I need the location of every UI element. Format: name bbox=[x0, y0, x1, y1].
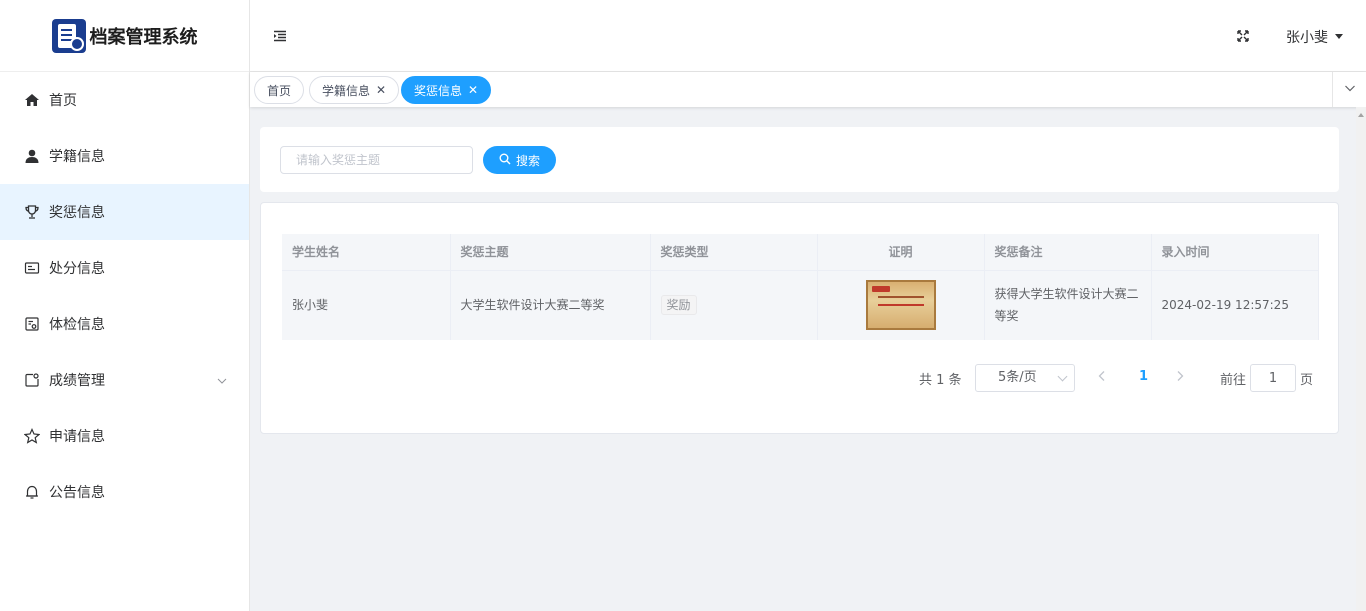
page-size-select[interactable]: 5条/页 bbox=[975, 364, 1075, 392]
sidebar-item-label: 成绩管理 bbox=[49, 373, 105, 389]
pagination-total: 共 1 条 bbox=[919, 373, 962, 388]
tab-rewards[interactable]: 奖惩信息 ✕ bbox=[401, 76, 492, 104]
column-header: 录入时间 bbox=[1151, 234, 1319, 271]
sidebar: 档案管理系统 首页 学籍信息 奖惩信息 处分信息 体检信息 成绩管理 申请信息 … bbox=[0, 0, 250, 611]
table-row[interactable]: 张小斐 大学生软件设计大赛二等奖 奖励 获得大学生软件设计大赛二等奖 2024-… bbox=[282, 270, 1319, 340]
tab-label: 首页 bbox=[267, 83, 292, 98]
fullscreen-icon[interactable] bbox=[1235, 28, 1251, 44]
trophy-icon bbox=[24, 204, 40, 220]
pagination: 共 1 条 5条/页 1 前往 页 bbox=[261, 364, 1340, 392]
checklist-icon bbox=[24, 316, 40, 332]
column-header: 奖惩主题 bbox=[450, 234, 651, 271]
top-header: 张小斐 bbox=[250, 0, 1366, 72]
cell-student-name: 张小斐 bbox=[282, 270, 451, 340]
table-header-row: 学生姓名 奖惩主题 奖惩类型 证明 奖惩备注 录入时间 bbox=[282, 234, 1319, 271]
bell-icon bbox=[24, 484, 40, 500]
page-suffix-label: 页 bbox=[1300, 373, 1314, 388]
page-number[interactable]: 1 bbox=[1139, 369, 1148, 384]
sidebar-item-label: 首页 bbox=[49, 93, 77, 109]
close-icon[interactable]: ✕ bbox=[376, 84, 386, 96]
sidebar-menu: 首页 学籍信息 奖惩信息 处分信息 体检信息 成绩管理 申请信息 公告信息 bbox=[0, 72, 249, 520]
column-header: 奖惩备注 bbox=[984, 234, 1152, 271]
rewards-table: 学生姓名 奖惩主题 奖惩类型 证明 奖惩备注 录入时间 张小斐 大学生软件设计大… bbox=[282, 234, 1319, 340]
sidebar-item-penalty[interactable]: 处分信息 bbox=[0, 240, 249, 296]
score-icon bbox=[24, 372, 40, 388]
app-logo: 档案管理系统 bbox=[0, 0, 249, 72]
tab-enrollment[interactable]: 学籍信息 ✕ bbox=[309, 76, 400, 104]
tab-label: 学籍信息 bbox=[322, 83, 371, 98]
cell-type: 奖励 bbox=[650, 270, 818, 340]
caret-down-icon bbox=[1334, 29, 1344, 45]
cell-remark: 获得大学生软件设计大赛二等奖 bbox=[984, 270, 1152, 340]
chevron-down-icon bbox=[1344, 82, 1356, 98]
user-icon bbox=[24, 148, 40, 164]
sidebar-item-label: 学籍信息 bbox=[49, 149, 105, 165]
goto-page-input[interactable] bbox=[1250, 364, 1296, 392]
sidebar-item-label: 处分信息 bbox=[49, 261, 105, 277]
sidebar-item-label: 公告信息 bbox=[49, 485, 105, 501]
search-icon bbox=[499, 153, 511, 168]
chevron-down-icon bbox=[217, 374, 227, 390]
cell-proof bbox=[817, 270, 985, 340]
sidebar-item-rewards[interactable]: 奖惩信息 bbox=[0, 184, 249, 240]
vertical-scrollbar[interactable] bbox=[1356, 107, 1366, 611]
search-panel: 搜索 bbox=[260, 127, 1339, 192]
sidebar-item-label: 奖惩信息 bbox=[49, 205, 105, 221]
sidebar-item-applications[interactable]: 申请信息 bbox=[0, 408, 249, 464]
search-button-label: 搜索 bbox=[515, 153, 540, 168]
tags-view: 首页 学籍信息 ✕ 奖惩信息 ✕ bbox=[250, 72, 1366, 107]
type-tag: 奖励 bbox=[660, 295, 697, 316]
table-card: 学生姓名 奖惩主题 奖惩类型 证明 奖惩备注 录入时间 张小斐 大学生软件设计大… bbox=[260, 202, 1339, 434]
column-header: 奖惩类型 bbox=[650, 234, 818, 271]
home-icon bbox=[24, 92, 40, 108]
sidebar-item-label: 体检信息 bbox=[49, 317, 105, 333]
tabs-more-button[interactable] bbox=[1332, 72, 1366, 107]
tab-home[interactable]: 首页 bbox=[254, 76, 305, 104]
star-icon bbox=[24, 428, 40, 444]
id-card-icon bbox=[24, 260, 40, 276]
goto-label: 前往 bbox=[1220, 373, 1247, 388]
archive-logo-icon bbox=[51, 18, 86, 53]
prev-page-button[interactable] bbox=[1097, 370, 1107, 386]
search-input[interactable] bbox=[280, 146, 473, 174]
chevron-down-icon bbox=[1057, 371, 1068, 382]
close-icon[interactable]: ✕ bbox=[468, 84, 478, 96]
cell-topic: 大学生软件设计大赛二等奖 bbox=[450, 270, 651, 340]
cell-created-at: 2024-02-19 12:57:25 bbox=[1151, 270, 1319, 340]
sidebar-item-label: 申请信息 bbox=[49, 429, 105, 445]
column-header: 学生姓名 bbox=[282, 234, 451, 271]
sidebar-item-home[interactable]: 首页 bbox=[0, 72, 249, 128]
app-title: 档案管理系统 bbox=[89, 26, 198, 48]
sidebar-item-scores[interactable]: 成绩管理 bbox=[0, 352, 249, 408]
username: 张小斐 bbox=[1286, 30, 1328, 46]
tab-label: 奖惩信息 bbox=[414, 83, 463, 98]
next-page-button[interactable] bbox=[1175, 370, 1185, 386]
sidebar-item-enrollment[interactable]: 学籍信息 bbox=[0, 128, 249, 184]
column-header: 证明 bbox=[817, 234, 985, 271]
user-dropdown[interactable]: 张小斐 bbox=[1286, 27, 1344, 47]
menu-fold-icon[interactable] bbox=[272, 28, 288, 44]
search-button[interactable]: 搜索 bbox=[483, 146, 556, 174]
page-size-value: 5条/页 bbox=[998, 370, 1037, 385]
sidebar-item-health[interactable]: 体检信息 bbox=[0, 296, 249, 352]
certificate-image[interactable] bbox=[865, 280, 936, 331]
sidebar-item-notices[interactable]: 公告信息 bbox=[0, 464, 249, 520]
